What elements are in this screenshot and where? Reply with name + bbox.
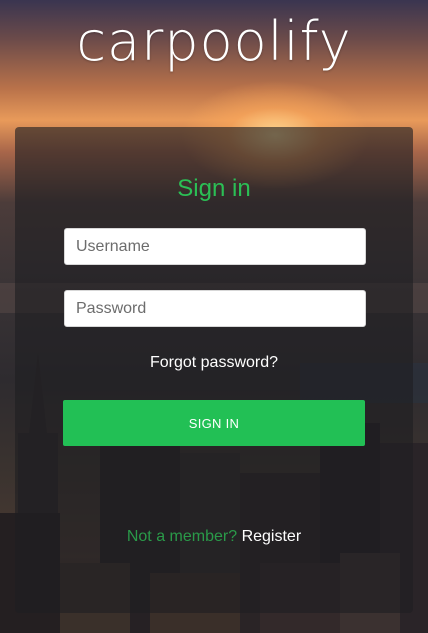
register-link[interactable]: Register — [242, 528, 302, 545]
app-logo: carpoolify — [76, 10, 352, 73]
signin-button[interactable]: SIGN IN — [63, 400, 365, 446]
signin-card: Sign in Forgot password? SIGN IN Not a m… — [15, 127, 413, 613]
password-input[interactable] — [64, 290, 366, 327]
signin-title: Sign in — [177, 175, 251, 202]
not-member-text: Not a member? — [126, 528, 238, 545]
username-input[interactable] — [64, 228, 366, 265]
register-prompt: Not a member? Register — [15, 528, 413, 546]
forgot-password-link[interactable]: Forgot password? — [15, 354, 413, 372]
